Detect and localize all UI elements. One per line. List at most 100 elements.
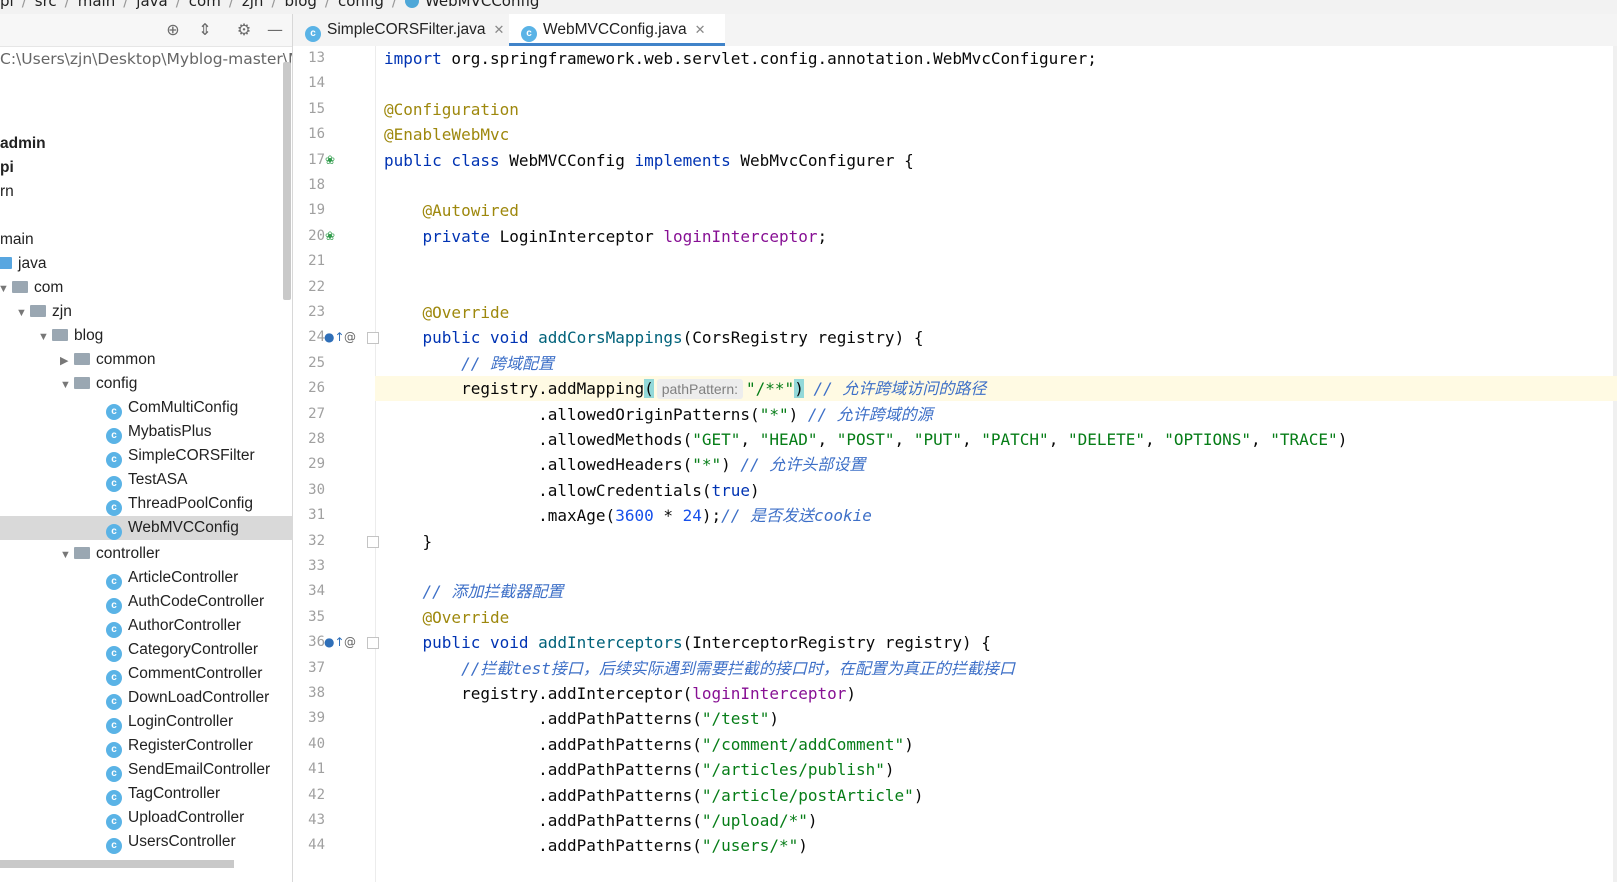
code-line[interactable]: @Override <box>384 300 510 325</box>
code-line[interactable]: .addPathPatterns("/articles/publish") <box>384 757 894 782</box>
breadcrumb-item[interactable]: config <box>338 0 384 10</box>
code-line[interactable]: registry.addMapping(pathPattern: "/**") /… <box>384 376 986 401</box>
code-line[interactable]: registry.addInterceptor(loginInterceptor… <box>384 681 856 706</box>
tree-item-com[interactable]: ▼ com <box>0 276 63 300</box>
code-line[interactable]: .allowedHeaders("*") // 允许头部设置 <box>384 452 865 477</box>
breadcrumb: pi / src / main / java / com / zjn / blog / config / Web… <box>0 0 1617 14</box>
override-method-icon[interactable]: ●↑ <box>324 325 345 350</box>
tree-item-testasa[interactable]: c TestASA <box>106 468 187 492</box>
tree-item-label: SendEmailController <box>128 761 271 778</box>
code-line[interactable]: .addPathPatterns("/test") <box>384 706 779 731</box>
fold-marker-icon[interactable] <box>367 637 379 649</box>
sidebar-scrollbar[interactable] <box>283 62 291 300</box>
sidebar-horizontal-scrollbar[interactable] <box>0 860 234 868</box>
collapse-all-icon[interactable]: ⇕ <box>195 20 215 40</box>
settings-gear-icon[interactable]: ⚙ <box>234 20 254 40</box>
at-annotation-icon[interactable]: @ <box>344 630 356 655</box>
breadcrumb-item[interactable]: WebMVCConfig <box>425 0 540 10</box>
breadcrumb-item[interactable]: main <box>78 0 115 10</box>
tree-item-blog[interactable]: ▼ blog <box>38 324 103 348</box>
tree-item-uploadcontroller[interactable]: c UploadController <box>106 806 244 830</box>
tree-item-authcodecontroller[interactable]: c AuthCodeController <box>106 590 264 614</box>
code-line[interactable]: public void addInterceptors(InterceptorR… <box>384 630 991 655</box>
code-line[interactable]: .addPathPatterns("/users/*") <box>384 833 808 858</box>
expanded-arrow-icon[interactable]: ▼ <box>16 301 30 325</box>
code-line[interactable]: public class WebMVCConfig implements Web… <box>384 148 914 173</box>
tree-item-commentcontroller[interactable]: c CommentController <box>106 662 262 686</box>
expanded-arrow-icon[interactable]: ▼ <box>0 277 12 301</box>
code-line[interactable]: import org.springframework.web.servlet.c… <box>384 46 1097 71</box>
breadcrumb-separator: / <box>324 0 330 10</box>
tree-item-main[interactable]: main <box>0 228 34 252</box>
tree-item-label: RegisterController <box>128 737 253 754</box>
breadcrumb-item[interactable]: pi <box>0 0 14 10</box>
tree-item-rn[interactable]: rn <box>0 180 14 204</box>
tree-item-threadpoolconfig[interactable]: c ThreadPoolConfig <box>106 492 253 516</box>
breadcrumb-item[interactable]: com <box>189 0 221 10</box>
expanded-arrow-icon[interactable]: ▼ <box>60 543 74 567</box>
expanded-arrow-icon[interactable]: ▼ <box>60 373 74 397</box>
code-line[interactable]: .allowedMethods("GET", "HEAD", "POST", "… <box>384 427 1347 452</box>
tree-item-mybatisplus[interactable]: c MybatisPlus <box>106 420 212 444</box>
code-line[interactable]: .allowCredentials(true) <box>384 478 760 503</box>
tree-item-zjn[interactable]: ▼ zjn <box>16 300 72 324</box>
tree-item-pi[interactable]: pi <box>0 156 14 180</box>
code-line[interactable]: @Override <box>384 605 510 630</box>
code-line[interactable]: .addPathPatterns("/upload/*") <box>384 808 817 833</box>
folder-icon <box>74 547 90 559</box>
spring-bean-icon[interactable]: ❀ <box>325 148 335 173</box>
close-tab-icon[interactable]: ✕ <box>695 22 706 37</box>
tree-item-sendemailcontroller[interactable]: c SendEmailController <box>106 758 270 782</box>
code-line[interactable]: } <box>384 529 433 554</box>
code-line[interactable]: @EnableWebMvc <box>384 122 509 147</box>
breadcrumb-item[interactable]: zjn <box>242 0 264 10</box>
tab-webmvcconfig-java[interactable]: c WebMVCConfig.java ✕ <box>509 14 725 46</box>
override-method-icon[interactable]: ●↑ <box>324 630 345 655</box>
tree-item-tagcontroller[interactable]: c TagController <box>106 782 220 806</box>
code-line[interactable]: .maxAge(3600 * 24);// 是否发送cookie <box>384 503 872 528</box>
tree-item-common[interactable]: ▶ common <box>60 348 155 372</box>
at-annotation-icon[interactable]: @ <box>344 325 356 350</box>
breadcrumb-item[interactable]: blog <box>285 0 317 10</box>
code-editor[interactable]: 13 import org.springframework.web.servlet… <box>293 46 1617 882</box>
breadcrumb-separator: / <box>123 0 129 10</box>
tree-item-controller[interactable]: ▼ controller <box>60 542 160 566</box>
code-line[interactable]: .allowedOriginPatterns("*") // 允许跨域的源 <box>384 402 933 427</box>
tree-item-logincontroller[interactable]: c LoginController <box>106 710 233 734</box>
collapsed-arrow-icon[interactable]: ▶ <box>60 349 74 373</box>
code-line[interactable]: @Autowired <box>384 198 519 223</box>
expanded-arrow-icon[interactable]: ▼ <box>38 325 52 349</box>
code-line[interactable]: public void addCorsMappings(CorsRegistry… <box>384 325 924 350</box>
tree-item-categorycontroller[interactable]: c CategoryController <box>106 638 258 662</box>
tree-item-articlecontroller[interactable]: c ArticleController <box>106 566 238 590</box>
code-line[interactable]: .addPathPatterns("/comment/addComment") <box>384 732 914 757</box>
tab-simplecorsfilter-java[interactable]: c SimpleCORSFilter.java ✕ <box>293 14 521 46</box>
breadcrumb-item[interactable]: src <box>35 0 57 10</box>
code-line[interactable]: //拦截test接口，后续实际遇到需要拦截的接口时，在配置为真正的拦截接口 <box>384 656 1015 681</box>
editor-scrollbar[interactable] <box>1613 46 1617 882</box>
close-tab-icon[interactable]: ✕ <box>494 22 505 37</box>
code-line[interactable]: private LoginInterceptor loginIntercepto… <box>384 224 828 249</box>
code-line[interactable]: // 添加拦截器配置 <box>384 579 564 604</box>
tree-item-java[interactable]: java <box>0 252 46 276</box>
line-number: 31 <box>308 507 325 523</box>
minimize-icon[interactable]: — <box>265 20 285 40</box>
line-number: 36 <box>308 634 325 650</box>
breadcrumb-item[interactable]: java <box>136 0 167 10</box>
spring-bean-icon[interactable]: ❀ <box>325 224 335 249</box>
code-line[interactable]: // 跨域配置 <box>384 351 554 376</box>
tree-item-commulticonfig[interactable]: c ComMultiConfig <box>106 396 238 420</box>
tree-item-registercontroller[interactable]: c RegisterController <box>106 734 253 758</box>
locate-crosshair-icon[interactable]: ⊕ <box>163 20 183 40</box>
tree-item-downloadcontroller[interactable]: c DownLoadController <box>106 686 269 710</box>
tree-item-config[interactable]: ▼ config <box>60 372 137 396</box>
fold-marker-icon[interactable] <box>367 536 379 548</box>
tree-item-userscontroller[interactable]: c UsersController <box>106 830 236 854</box>
code-line[interactable]: @Configuration <box>384 97 519 122</box>
tree-item-admin[interactable]: admin <box>0 132 46 156</box>
tree-item-webmvcconfig[interactable]: c WebMVCConfig <box>106 516 239 540</box>
tree-item-authorcontroller[interactable]: c AuthorController <box>106 614 241 638</box>
tree-item-simplecorsfilter[interactable]: c SimpleCORSFilter <box>106 444 255 468</box>
code-line[interactable]: .addPathPatterns("/article/postArticle") <box>384 783 923 808</box>
fold-marker-icon[interactable] <box>367 332 379 344</box>
